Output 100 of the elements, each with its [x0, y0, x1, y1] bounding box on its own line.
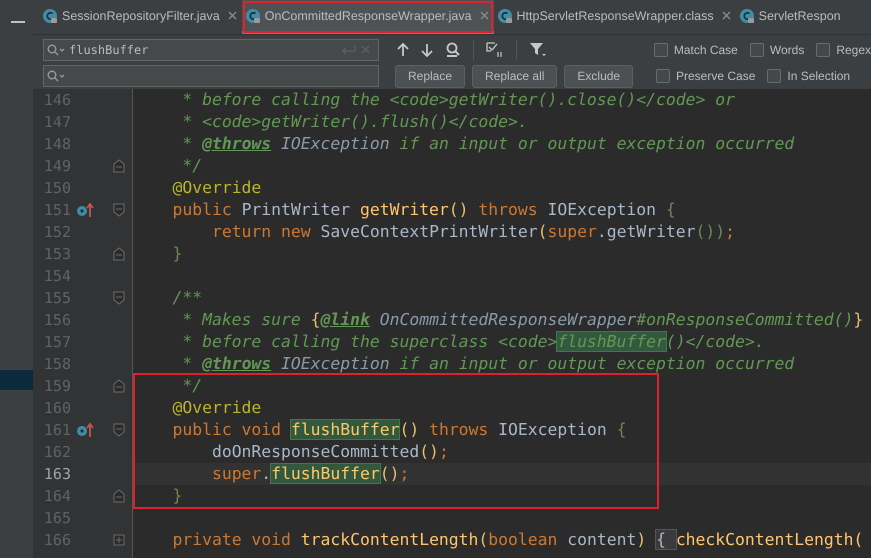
class-file-icon — [496, 8, 513, 24]
search-match: flushBuffer — [290, 420, 400, 439]
override-icon[interactable] — [76, 202, 94, 218]
code-token: OnCommittedResponseWrapper — [380, 310, 636, 329]
code-token: #onResponseCommitted() — [636, 310, 854, 329]
replace-button[interactable]: Replace — [395, 64, 466, 88]
fold-icon[interactable] — [113, 159, 125, 173]
code-token: } — [853, 310, 864, 329]
code-token: .getWriter — [596, 222, 696, 241]
arrow-down-icon[interactable] — [421, 42, 433, 57]
code-token: public — [172, 200, 233, 219]
fold-icon[interactable] — [113, 489, 125, 503]
replace-button[interactable]: Exclude — [564, 64, 634, 88]
option-checkbox[interactable]: Preserve Case — [656, 69, 756, 84]
code-token: ( — [478, 530, 488, 549]
line-number: 163 — [42, 465, 71, 483]
select-all-icon[interactable] — [486, 42, 504, 58]
search-icon — [47, 44, 65, 56]
expand-icon[interactable] — [113, 534, 125, 546]
code-token: ; — [725, 222, 736, 241]
code-token: ; — [438, 442, 449, 461]
code-token: * Makes sure — [182, 310, 302, 329]
code-token: IOException — [281, 354, 390, 373]
code-token: @link — [320, 310, 370, 329]
code-token: boolean — [488, 530, 558, 549]
close-icon[interactable] — [480, 11, 489, 20]
code-token: . — [261, 464, 272, 483]
code-token: ()</code>. — [666, 332, 765, 351]
file-tab[interactable]: HttpServletResponseWrapper.class — [494, 0, 736, 34]
code-token: () — [399, 420, 420, 439]
code-token: { — [616, 420, 626, 439]
close-icon[interactable] — [228, 11, 237, 20]
fold-icon[interactable] — [113, 379, 125, 393]
class-file-icon — [738, 8, 755, 24]
code-token: SaveContextPrintWriter — [320, 222, 538, 241]
code-token: super — [212, 464, 262, 483]
override-icon[interactable] — [76, 422, 94, 438]
option-checkbox[interactable]: Words — [750, 42, 804, 57]
code-token: throws — [478, 200, 539, 219]
code-token: IOException — [281, 134, 390, 153]
fold-icon[interactable] — [113, 291, 125, 305]
code-token: IOException — [498, 420, 608, 439]
code-token: { — [656, 530, 676, 549]
collapse-icon[interactable] — [11, 20, 25, 24]
code-token: } — [172, 486, 182, 505]
code-token: * — [182, 134, 194, 153]
code-token: doOnResponseCommitted — [212, 442, 420, 461]
search-field[interactable]: flushBuffer — [43, 38, 379, 61]
code-token: super — [548, 222, 597, 241]
code-token: */ — [182, 156, 202, 175]
find-all-icon[interactable] — [445, 42, 461, 58]
code-token: () — [380, 464, 400, 483]
filter-icon[interactable] — [529, 42, 547, 58]
code-token: throws — [429, 420, 490, 439]
code-token: ) — [636, 530, 648, 549]
code-token: ; — [399, 464, 410, 483]
tree-selection — [0, 370, 33, 390]
code-token: trackContentLength — [300, 530, 478, 549]
field-value: flushBuffer — [69, 42, 150, 57]
code-token: @throws — [202, 134, 272, 153]
code-token: } — [172, 244, 182, 263]
option-checkbox[interactable]: Regex — [816, 42, 871, 57]
search-match: flushBuffer — [557, 332, 666, 351]
code-token: @Override — [172, 398, 262, 417]
file-tab[interactable]: OnCommittedResponseWrapper.java — [242, 0, 494, 34]
code-token: ( — [538, 222, 548, 241]
clear-icon[interactable] — [361, 45, 370, 54]
code-token: content — [567, 530, 636, 549]
file-tab[interactable]: SessionRepositoryFilter.java — [39, 0, 242, 34]
code-token: checkContentLength( — [676, 530, 864, 549]
code-token: */ — [182, 376, 202, 395]
replace-button[interactable]: Replace all — [472, 64, 558, 88]
fold-icon[interactable] — [113, 247, 125, 261]
code-token: * before calling the <code>getWriter().close()</code> or — [182, 90, 735, 109]
code-token: PrintWriter — [242, 200, 352, 219]
file-tab[interactable]: ServletRespon — [736, 0, 850, 34]
code-token: @Override — [172, 178, 262, 197]
code-token: * before calling the superclass <code> — [182, 332, 558, 351]
code-token: /** — [172, 288, 202, 307]
code-token: { — [666, 200, 676, 219]
code-token: getWriter — [360, 200, 449, 219]
option-checkbox[interactable]: In Selection — [767, 69, 850, 84]
code-token: () — [419, 442, 439, 461]
arrow-up-icon[interactable] — [397, 42, 409, 57]
code-token: @throws — [202, 354, 272, 373]
code-token: if an input or output exception occurred — [399, 134, 794, 153]
code-token: { — [310, 310, 321, 329]
code-token: public void — [172, 420, 282, 439]
search-icon — [47, 70, 65, 82]
close-icon[interactable] — [722, 11, 731, 20]
option-checkbox[interactable]: Match Case — [654, 42, 738, 57]
enter-icon — [341, 44, 357, 55]
fold-icon[interactable] — [113, 423, 125, 437]
class-file-icon — [42, 8, 58, 24]
fold-icon[interactable] — [113, 203, 125, 217]
code-token: * <code>getWriter().flush()</code>. — [182, 112, 528, 131]
code-token: private void — [172, 530, 292, 549]
code-token: ()) — [696, 222, 726, 241]
replace-field[interactable] — [43, 65, 379, 88]
code-token: IOException — [547, 200, 658, 219]
